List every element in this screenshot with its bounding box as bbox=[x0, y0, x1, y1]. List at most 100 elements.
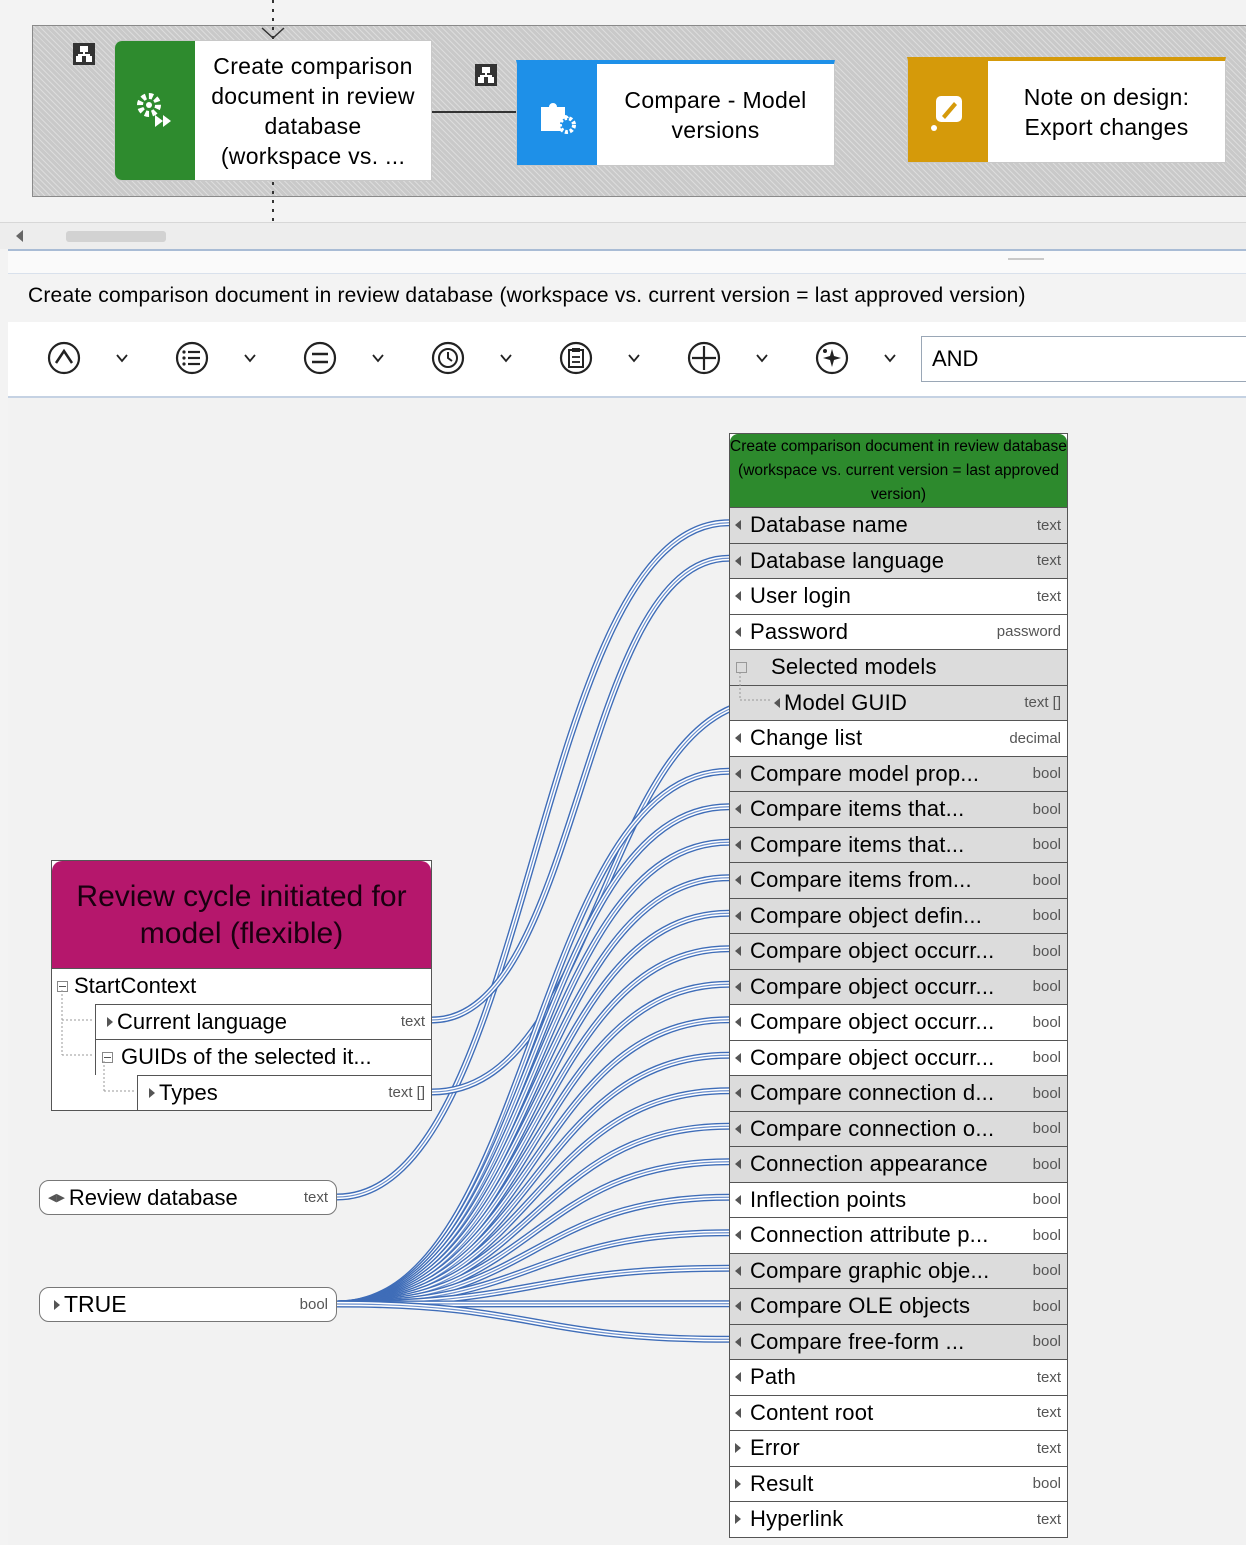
tree-row-types[interactable]: Types text [] bbox=[137, 1074, 431, 1110]
param-label: Compare object occurr... bbox=[750, 1044, 995, 1070]
target-param-row[interactable]: User login text bbox=[730, 578, 1067, 614]
target-param-row[interactable]: Error text bbox=[730, 1430, 1067, 1466]
input-arrow-icon bbox=[735, 875, 741, 886]
target-function-box[interactable]: Create comparison document in review dat… bbox=[729, 433, 1068, 1538]
splitter-grip[interactable] bbox=[1008, 258, 1044, 260]
target-param-row[interactable]: Password password bbox=[730, 613, 1067, 650]
circle-clock-icon[interactable] bbox=[430, 340, 466, 376]
input-arrow-icon bbox=[735, 1159, 741, 1170]
param-label: Compare OLE objects bbox=[750, 1293, 971, 1319]
tree-label: Current language bbox=[117, 1008, 288, 1034]
target-param-row[interactable]: Connection attribute p... bool bbox=[730, 1217, 1067, 1253]
param-type: text bbox=[1036, 552, 1061, 570]
target-param-row[interactable]: Compare object occurr... bool bbox=[730, 1039, 1067, 1076]
input-arrow-icon bbox=[735, 555, 741, 566]
chevron-down-icon[interactable] bbox=[880, 346, 900, 370]
param-type: bool bbox=[1032, 1333, 1061, 1351]
target-param-row[interactable]: Compare object occurr... bool bbox=[730, 1004, 1067, 1040]
param-label: Database language bbox=[750, 547, 945, 573]
param-label: Connection appearance bbox=[750, 1151, 988, 1177]
model-card-create-comparison[interactable]: Create comparison document in review dat… bbox=[114, 40, 432, 181]
target-param-row[interactable]: Compare items that... bool bbox=[730, 791, 1067, 827]
param-label: Path bbox=[750, 1364, 797, 1390]
param-label: Model GUID bbox=[784, 689, 908, 715]
circle-clipboard-icon[interactable] bbox=[558, 340, 594, 376]
param-label: Compare object defin... bbox=[750, 902, 983, 928]
tree-type: text [] bbox=[388, 1084, 425, 1102]
model-card-note-on-design[interactable]: Note on design: Export changes bbox=[907, 57, 1226, 163]
target-param-row[interactable]: Compare items from... bool bbox=[730, 862, 1067, 898]
target-param-row[interactable]: Compare object occurr... bool bbox=[730, 968, 1067, 1004]
chevron-down-icon[interactable] bbox=[112, 346, 132, 370]
param-type: text bbox=[1036, 1368, 1061, 1386]
tree-guides bbox=[61, 990, 136, 1092]
hierarchy-icon[interactable] bbox=[73, 43, 95, 65]
param-type: text bbox=[1036, 516, 1061, 534]
target-param-row[interactable]: Compare object occurr... bool bbox=[730, 933, 1067, 969]
tree-label: Types bbox=[159, 1079, 218, 1105]
circle-plus-icon[interactable] bbox=[686, 340, 722, 376]
target-param-row[interactable]: Content root text bbox=[730, 1394, 1067, 1431]
target-param-row[interactable]: Inflection points bool bbox=[730, 1181, 1067, 1218]
target-param-row[interactable]: Connection appearance bool bbox=[730, 1146, 1067, 1182]
target-param-row[interactable]: Compare OLE objects bool bbox=[730, 1288, 1067, 1324]
horizontal-scrollbar[interactable] bbox=[0, 222, 1246, 249]
input-arrow-icon bbox=[735, 910, 741, 921]
target-param-row[interactable]: Path text bbox=[730, 1359, 1067, 1395]
target-param-row[interactable]: Compare connection d... bool bbox=[730, 1075, 1067, 1111]
circle-list-icon[interactable] bbox=[174, 340, 210, 376]
param-label: Compare object occurr... bbox=[750, 938, 995, 964]
edit-note-icon bbox=[908, 61, 988, 162]
puzzle-gear-icon bbox=[517, 64, 597, 165]
input-arrow-icon bbox=[735, 839, 741, 850]
param-type: bool bbox=[1032, 1120, 1061, 1138]
chevron-down-icon[interactable] bbox=[368, 346, 388, 370]
circle-up-icon[interactable] bbox=[46, 340, 82, 376]
target-param-row[interactable]: Hyperlink text bbox=[730, 1501, 1067, 1537]
tree-label: GUIDs of the selected it... bbox=[121, 1044, 372, 1070]
input-arrow-icon bbox=[735, 1052, 741, 1063]
circle-equals-icon[interactable] bbox=[302, 340, 338, 376]
chevron-down-icon[interactable] bbox=[240, 346, 260, 370]
param-type: bool bbox=[1032, 1013, 1061, 1031]
param-label: Inflection points bbox=[750, 1186, 907, 1212]
target-param-row[interactable]: Compare connection o... bool bbox=[730, 1110, 1067, 1146]
target-param-row[interactable]: Compare model prop... bool bbox=[730, 755, 1067, 791]
target-tree-guides bbox=[739, 672, 771, 701]
param-type: bool bbox=[1032, 1475, 1061, 1493]
constant-label: Review database bbox=[68, 1184, 238, 1210]
constant-true[interactable]: TRUE bool bbox=[39, 1287, 337, 1322]
target-param-row[interactable]: Change list decimal bbox=[730, 720, 1067, 756]
input-arrow-icon bbox=[735, 1372, 741, 1383]
chevron-down-icon[interactable] bbox=[496, 346, 516, 370]
card-label: Note on design: Export changes bbox=[1023, 83, 1190, 140]
target-param-row[interactable]: Compare items that... bool bbox=[730, 826, 1067, 862]
input-arrow-icon bbox=[735, 520, 741, 531]
chevron-down-icon[interactable] bbox=[752, 346, 772, 370]
chevron-down-icon[interactable] bbox=[624, 346, 644, 370]
circle-sparkle-icon[interactable] bbox=[814, 340, 850, 376]
pane-splitter[interactable] bbox=[8, 249, 1246, 274]
constant-review-database[interactable]: ◀▶ Review database text bbox=[39, 1180, 337, 1215]
target-param-row[interactable]: Database name text bbox=[730, 507, 1067, 543]
target-param-row[interactable]: Compare graphic obje... bool bbox=[730, 1252, 1067, 1288]
target-param-row[interactable]: Compare object defin... bool bbox=[730, 897, 1067, 933]
target-param-row[interactable]: Database language text bbox=[730, 542, 1067, 578]
hierarchy-icon[interactable] bbox=[475, 64, 497, 86]
target-param-row[interactable]: Result bool bbox=[730, 1465, 1067, 1502]
target-param-row[interactable]: Compare free-form ... bool bbox=[730, 1323, 1067, 1359]
expand-arrow-icon bbox=[54, 1299, 60, 1310]
scroll-thumb[interactable] bbox=[66, 231, 166, 242]
input-arrow-icon bbox=[735, 804, 741, 815]
param-label: Compare free-form ... bbox=[750, 1328, 965, 1354]
operator-field[interactable]: AND bbox=[921, 336, 1246, 382]
model-card-compare-model-versions[interactable]: Compare - Model versions bbox=[516, 60, 835, 166]
param-label: Compare connection d... bbox=[750, 1080, 995, 1106]
param-label: Result bbox=[750, 1470, 814, 1496]
param-label: Change list bbox=[750, 725, 863, 751]
param-type: bool bbox=[1032, 1191, 1061, 1209]
output-arrow-icon bbox=[735, 1478, 741, 1489]
param-label: Compare object occurr... bbox=[750, 973, 995, 999]
param-type: text [] bbox=[1024, 694, 1061, 712]
scroll-left-icon[interactable] bbox=[16, 230, 23, 242]
